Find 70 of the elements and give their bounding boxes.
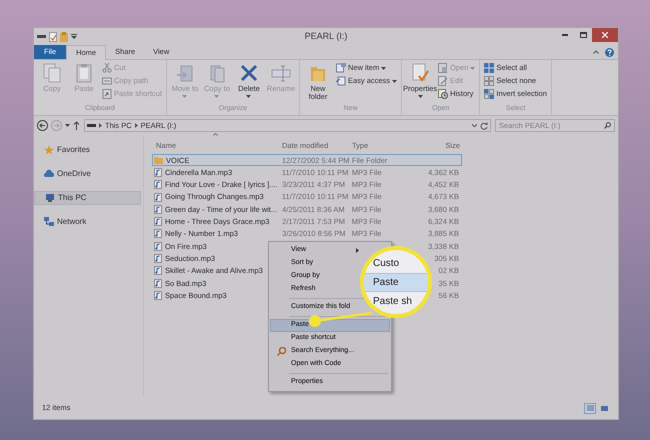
submenu-arrow-icon <box>356 248 360 253</box>
history-icon <box>438 89 448 99</box>
recent-caret-icon[interactable] <box>65 124 70 127</box>
nav-item[interactable]: Network <box>34 215 141 229</box>
audio-file-icon <box>154 217 162 226</box>
caret-icon <box>381 66 386 70</box>
nav-item[interactable]: OneDrive <box>34 167 141 181</box>
caret-icon <box>246 95 252 98</box>
audio-file-icon <box>154 242 162 251</box>
customize-caret-icon[interactable] <box>71 34 77 40</box>
chevron-icon[interactable] <box>134 123 138 128</box>
drive-icon[interactable] <box>37 34 46 39</box>
refresh-icon[interactable] <box>480 122 488 130</box>
caret-icon <box>392 80 398 82</box>
callout-dot <box>309 315 321 327</box>
shortcut-icon <box>102 89 112 99</box>
audio-file-icon <box>154 278 162 288</box>
drive-icon <box>87 123 96 128</box>
star-icon <box>44 145 54 155</box>
audio-file-icon <box>154 266 162 276</box>
nav-item[interactable]: Favorites <box>34 143 141 157</box>
audio-file-icon <box>154 192 162 202</box>
caret-icon <box>214 95 220 98</box>
tiles-view-icon <box>598 403 610 413</box>
properties-icon <box>410 63 430 83</box>
path-icon <box>102 76 112 86</box>
details-view-icon <box>584 403 596 413</box>
audio-file-icon <box>154 254 162 264</box>
nav-item[interactable]: This PC <box>34 191 141 205</box>
folder-icon <box>154 156 163 164</box>
select-none-icon <box>484 76 494 86</box>
caret-icon <box>470 66 476 70</box>
rename-icon <box>270 63 291 83</box>
view-button[interactable] <box>584 402 596 414</box>
help-icon[interactable] <box>605 48 614 56</box>
cloud-icon <box>44 169 54 179</box>
edit-icon <box>438 76 448 86</box>
open-icon <box>438 63 448 73</box>
close-icon <box>602 32 608 38</box>
select-all-icon <box>484 63 494 73</box>
minimize-icon <box>562 34 568 36</box>
sort-indicator-icon <box>213 133 218 136</box>
magnifier-icon <box>277 347 286 356</box>
clipboard-icon <box>74 63 94 83</box>
document-check-icon[interactable] <box>49 32 57 42</box>
network-icon <box>44 217 54 227</box>
scissors-icon <box>102 63 112 73</box>
search-icon <box>604 122 611 129</box>
history-caret-icon[interactable] <box>472 124 477 127</box>
close-button[interactable] <box>592 28 618 42</box>
chevron-icon[interactable] <box>99 123 102 128</box>
audio-file-icon <box>154 204 162 214</box>
maximize-icon <box>580 32 586 38</box>
new-item-icon <box>336 63 346 73</box>
caret-icon <box>418 95 423 98</box>
audio-file-icon <box>154 290 162 300</box>
computer-icon <box>45 193 55 203</box>
caret-icon <box>182 95 188 98</box>
back-icon[interactable] <box>37 120 48 131</box>
audio-file-icon <box>154 229 162 238</box>
documents-icon <box>42 63 62 83</box>
audio-file-icon <box>154 180 162 190</box>
easy-access-icon <box>336 76 346 86</box>
folder-arrow-icon <box>174 63 195 83</box>
up-arrow-icon[interactable] <box>73 121 80 130</box>
delete-icon <box>238 63 259 83</box>
invert-selection-icon <box>484 89 494 99</box>
window-title: PEARL (I:) <box>304 30 348 43</box>
audio-file-icon <box>154 168 162 177</box>
collapse-ribbon-icon[interactable] <box>593 50 599 54</box>
